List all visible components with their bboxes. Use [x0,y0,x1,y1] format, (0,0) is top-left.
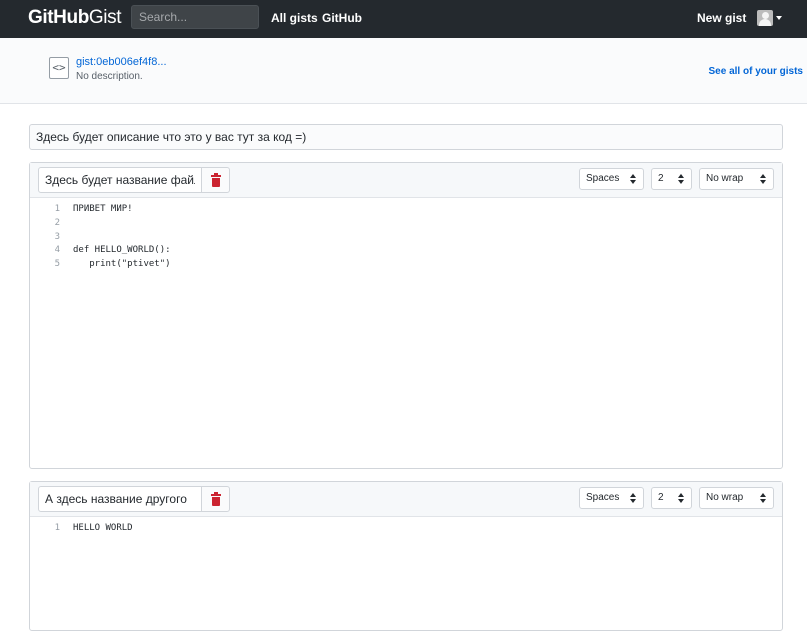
line-content: ПРИВЕТ МИР! [73,204,133,214]
gist-description-status: No description. [76,71,143,82]
code-line: 4 def HELLO_WORLD(): [30,244,782,258]
code-line: 1 HELLO WORLD [30,522,782,536]
line-content: HELLO WORLD [73,523,133,533]
code-line: 3 [30,231,782,245]
code-icon-glyph: <> [52,61,66,74]
file-editor-1: Spaces 2 No wrap 1 ПРИВЕТ МИР! 2 3 4 def H… [29,162,783,469]
file-editor-2: Spaces 2 No wrap 1 HELLO WORLD [29,481,783,631]
file-header: Spaces 2 No wrap [30,163,782,198]
gist-header: <> gist:0eb006ef4f8... No description. S… [0,38,807,104]
line-number: 3 [54,231,60,242]
line-number: 2 [54,217,60,228]
indent-mode-value: Spaces [586,492,620,503]
filename-input[interactable] [38,167,202,193]
select-arrows-icon [678,173,685,185]
search-input[interactable] [131,5,259,29]
code-line: 1 ПРИВЕТ МИР! [30,203,782,217]
wrap-mode-value: No wrap [706,173,744,184]
select-arrows-icon [630,173,637,185]
wrap-mode-select[interactable]: No wrap [699,168,774,190]
code-editor[interactable]: 1 ПРИВЕТ МИР! 2 3 4 def HELLO_WORLD(): 5 p… [30,203,782,272]
indent-mode-value: Spaces [586,173,620,184]
trash-icon [212,497,220,506]
logo-gist-text: Gist [88,7,122,28]
user-avatar-icon[interactable] [757,10,773,26]
delete-file-button[interactable] [201,167,230,193]
indent-size-value: 2 [658,492,664,503]
line-number: 4 [54,245,60,256]
see-all-gists-link[interactable]: See all of your gists [709,66,803,77]
indent-size-select[interactable]: 2 [651,487,692,509]
code-icon: <> [49,57,69,79]
filename-input[interactable] [38,486,202,512]
github-gist-logo[interactable]: GitHubGist [28,7,122,29]
gist-description-input[interactable] [29,124,783,150]
nav-all-gists-link[interactable]: All gists [271,11,318,25]
line-number: 1 [54,523,60,533]
caret-down-icon[interactable] [776,16,782,20]
top-navbar: GitHubGist All gists GitHub New gist [0,0,807,38]
delete-file-button[interactable] [201,486,230,512]
line-content: def HELLO_WORLD(): [73,245,171,256]
trash-icon [212,178,220,187]
indent-size-select[interactable]: 2 [651,168,692,190]
code-line: 2 [30,217,782,231]
new-gist-link[interactable]: New gist [697,11,746,25]
wrap-mode-select[interactable]: No wrap [699,487,774,509]
indent-mode-select[interactable]: Spaces [579,168,644,190]
select-arrows-icon [760,173,767,185]
code-line: 5 print("ptivet") [30,258,782,272]
select-arrows-icon [630,492,637,504]
line-number: 5 [54,259,60,270]
file-header: Spaces 2 No wrap [30,482,782,517]
line-number: 1 [54,204,60,214]
select-arrows-icon [678,492,685,504]
nav-github-link[interactable]: GitHub [322,11,362,25]
indent-size-value: 2 [658,173,664,184]
code-editor[interactable]: 1 HELLO WORLD [30,522,782,536]
wrap-mode-value: No wrap [706,492,744,503]
indent-mode-select[interactable]: Spaces [579,487,644,509]
logo-hub-text: GitHub [28,7,89,28]
select-arrows-icon [760,492,767,504]
gist-id-link[interactable]: gist:0eb006ef4f8... [76,56,167,68]
line-content: print("ptivet") [73,259,171,270]
